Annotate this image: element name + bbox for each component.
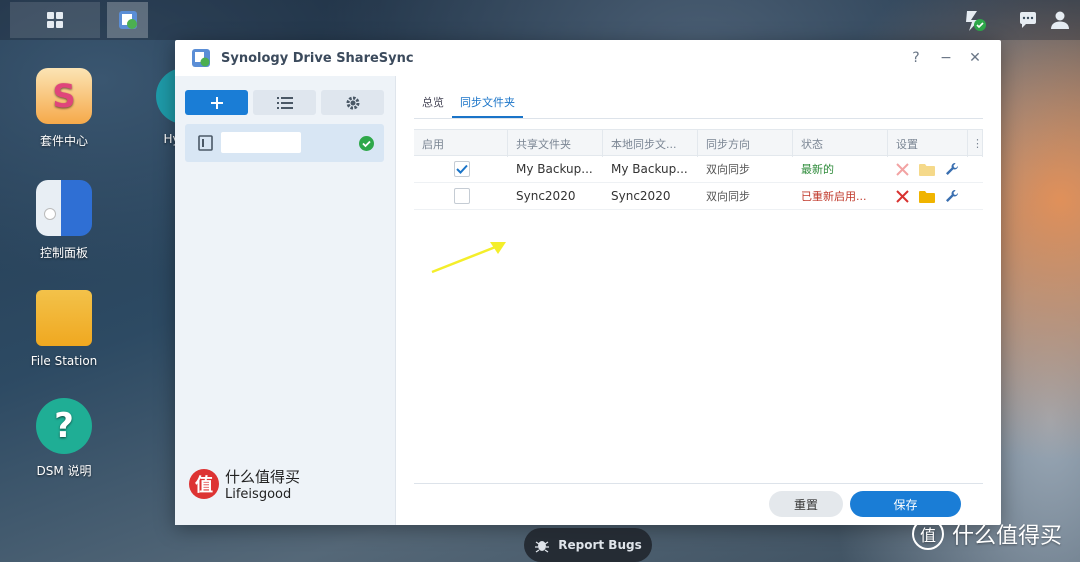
- tab-sync-folders[interactable]: 同步文件夹: [452, 88, 523, 118]
- header-settings[interactable]: 设置: [888, 130, 968, 157]
- tab-divider: [414, 118, 983, 119]
- desktop-icon-label: 控制面板: [39, 246, 88, 260]
- list-view-button[interactable]: [253, 90, 316, 115]
- server-icon: [198, 135, 213, 151]
- watermark: 值 什么值得买 Lifeisgood: [189, 466, 300, 502]
- cell-status: 最新的: [801, 163, 834, 176]
- delete-icon[interactable]: [896, 162, 909, 176]
- connected-check-icon: [359, 136, 374, 151]
- plus-icon: [210, 96, 223, 109]
- table-row[interactable]: My Backup... My Backup... 双向同步 最新的: [414, 156, 983, 183]
- annotation-arrow: [431, 242, 506, 274]
- desktop-icon-control-panel[interactable]: 控制面板: [14, 180, 114, 261]
- report-bugs-button[interactable]: Report Bugs: [524, 528, 652, 562]
- reset-button[interactable]: 重置: [769, 491, 843, 517]
- header-enabled[interactable]: 启用: [414, 130, 508, 157]
- sharesync-app-icon: [192, 49, 210, 67]
- cell-shared-folder: My Backup...: [516, 162, 593, 176]
- header-local-folder[interactable]: 本地同步文...: [603, 130, 698, 157]
- taskbar-sharesync-app[interactable]: [107, 2, 148, 38]
- window-title: Synology Drive ShareSync: [221, 50, 414, 66]
- cell-status: 已重新启用...: [801, 190, 867, 203]
- table-header: 启用 共享文件夹 本地同步文... 同步方向 状态 设置 ⋮: [414, 129, 983, 157]
- sync-folder-table: 启用 共享文件夹 本地同步文... 同步方向 状态 设置 ⋮ My Backup…: [414, 129, 983, 210]
- brand-text: 什么值得买: [952, 524, 1063, 549]
- drive-notification-button[interactable]: [955, 0, 995, 40]
- sharesync-window: Synology Drive ShareSync ? − ✕ 值 什么值得买 L…: [175, 40, 1001, 525]
- header-shared-folder[interactable]: 共享文件夹: [508, 130, 603, 157]
- desktop-icon-label: File Station: [30, 354, 98, 368]
- cell-sync-direction: 双向同步: [706, 163, 750, 176]
- wrench-icon[interactable]: [945, 162, 959, 176]
- user-icon: [1051, 11, 1069, 29]
- wrench-icon[interactable]: [945, 189, 959, 203]
- close-button[interactable]: ✕: [965, 48, 985, 68]
- list-icon: [276, 96, 293, 109]
- delete-icon[interactable]: [896, 189, 909, 203]
- watermark-logo: 值: [189, 469, 219, 499]
- main-menu-button[interactable]: [10, 2, 100, 38]
- save-button[interactable]: 保存: [850, 491, 961, 517]
- cell-shared-folder: Sync2020: [516, 189, 576, 203]
- cell-sync-direction: 双向同步: [706, 190, 750, 203]
- desktop-icon-dsm-help[interactable]: ? DSM 说明: [14, 398, 114, 479]
- tab-bar: 总览 同步文件夹: [414, 88, 523, 118]
- user-menu-button[interactable]: [1040, 0, 1080, 40]
- header-sync-direction[interactable]: 同步方向: [698, 130, 793, 157]
- folder-icon[interactable]: [919, 163, 935, 176]
- watermark-line1: 什么值得买: [225, 468, 301, 486]
- sharesync-icon: [118, 11, 137, 29]
- table-row[interactable]: Sync2020 Sync2020 双向同步 已重新启用...: [414, 183, 983, 210]
- brand-logo: 值: [912, 518, 944, 550]
- desktop-icon-file-station[interactable]: File Station: [14, 290, 114, 368]
- server-connection-item[interactable]: [185, 124, 384, 162]
- gear-icon: [346, 96, 359, 109]
- chat-icon: [1020, 12, 1036, 28]
- control-panel-icon: [36, 180, 92, 236]
- minimize-button[interactable]: −: [936, 48, 956, 68]
- desktop-icon-label: DSM 说明: [36, 464, 92, 478]
- brand-watermark: 值 什么值得买: [912, 518, 1062, 550]
- tab-overview[interactable]: 总览: [414, 88, 452, 118]
- taskbar: [0, 0, 1080, 40]
- settings-button[interactable]: [321, 90, 384, 115]
- desktop-icon-package-center[interactable]: S 套件中心: [14, 68, 114, 149]
- report-bugs-label: Report Bugs: [558, 538, 642, 552]
- footer-divider: [414, 483, 983, 484]
- column-options-button[interactable]: ⋮: [968, 130, 983, 157]
- server-name-redacted: [221, 132, 301, 153]
- package-center-icon: S: [36, 68, 92, 124]
- enable-checkbox[interactable]: [454, 188, 470, 204]
- help-button[interactable]: ?: [906, 48, 926, 68]
- add-button[interactable]: [185, 90, 248, 115]
- left-pane: 值 什么值得买 Lifeisgood: [175, 76, 396, 525]
- cell-local-folder: Sync2020: [611, 189, 671, 203]
- help-icon: ?: [36, 398, 92, 454]
- folder-icon[interactable]: [919, 190, 935, 203]
- drive-status-icon: [966, 11, 986, 31]
- cell-local-folder: My Backup...: [611, 162, 688, 176]
- window-titlebar[interactable]: Synology Drive ShareSync: [175, 40, 1001, 76]
- enable-checkbox[interactable]: [454, 161, 470, 177]
- right-pane: 总览 同步文件夹 启用 共享文件夹 本地同步文... 同步方向 状态 设置 ⋮ …: [396, 76, 1001, 525]
- watermark-line2: Lifeisgood: [225, 487, 292, 502]
- bug-icon: [535, 541, 550, 553]
- header-status[interactable]: 状态: [793, 130, 888, 157]
- grid-icon: [47, 12, 63, 28]
- folder-icon: [36, 290, 92, 346]
- checkmark-icon: [456, 164, 468, 174]
- desktop-icon-label: 套件中心: [39, 134, 88, 148]
